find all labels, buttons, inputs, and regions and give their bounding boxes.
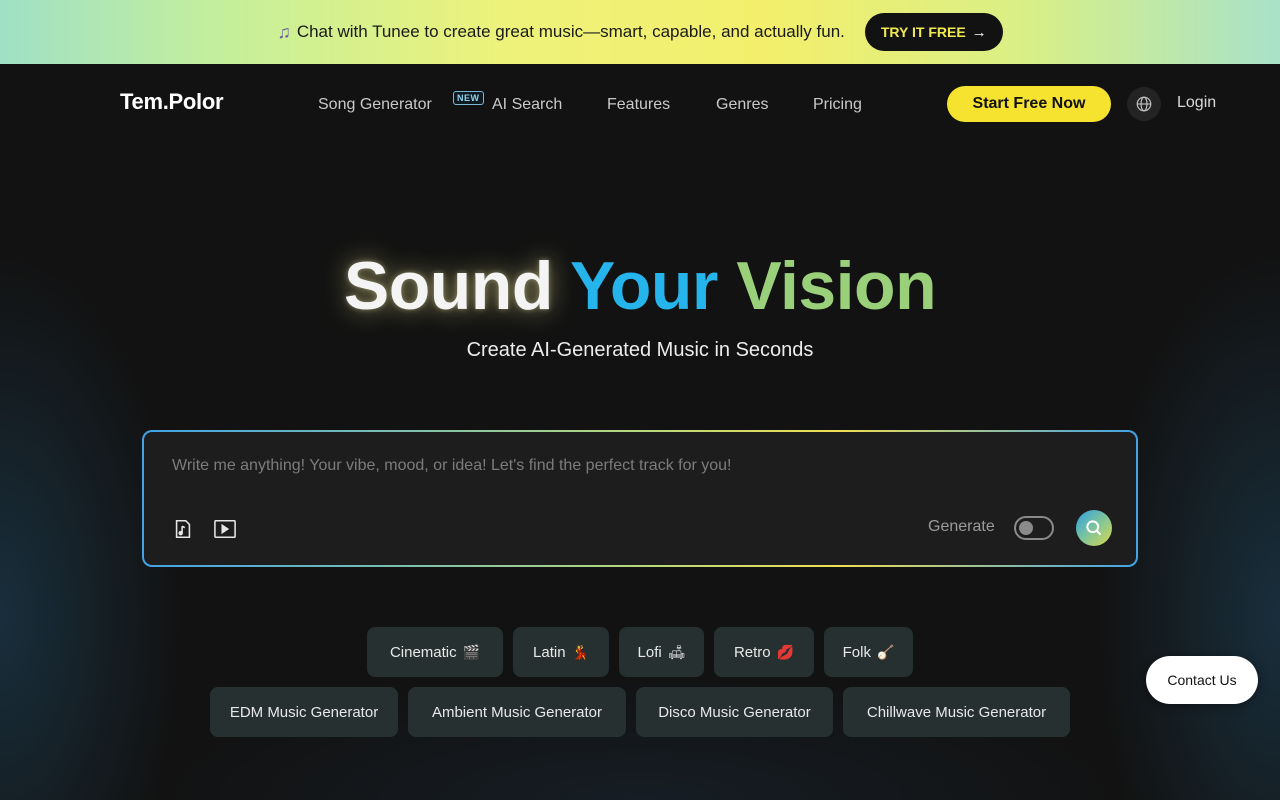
nav-song-generator[interactable]: Song Generator <box>318 96 432 114</box>
chip-lofi[interactable]: Lofi 🛋 <box>619 627 704 677</box>
start-free-now-button[interactable]: Start Free Now <box>947 86 1111 122</box>
contact-us-button[interactable]: Contact Us <box>1146 656 1258 704</box>
promo-text: Chat with Tunee to create great music—sm… <box>296 22 845 41</box>
globe-icon <box>1136 96 1152 112</box>
hero-title-word-3: Vision <box>736 248 937 324</box>
prompt-input[interactable] <box>172 454 1072 478</box>
chip-retro[interactable]: Retro 💋 <box>714 627 814 677</box>
nav-features[interactable]: Features <box>607 96 670 114</box>
music-file-icon[interactable] <box>170 516 196 542</box>
music-note-icon: ♫ <box>277 21 291 42</box>
hero-title: Sound Your Vision <box>0 246 1280 326</box>
prompt-box-inner: Generate <box>144 432 1136 565</box>
chip-label: Cinematic <box>389 643 457 661</box>
chip-latin[interactable]: Latin 💃 <box>513 627 609 677</box>
couch-icon: 🛋 <box>667 643 686 660</box>
try-it-free-label: TRY IT FREE <box>880 24 966 40</box>
hero-title-word-1: Sound <box>343 248 554 324</box>
logo[interactable]: Tem.Polor <box>120 89 224 115</box>
promo-message: ♫ Chat with Tunee to create great music—… <box>277 22 845 43</box>
hero-subtitle: Create AI-Generated Music in Seconds <box>466 339 814 361</box>
chip-label: Folk <box>842 643 871 661</box>
login-link[interactable]: Login <box>1177 94 1216 112</box>
nav-ai-search[interactable]: AI Search <box>492 96 562 114</box>
chip-label: Lofi <box>637 643 662 661</box>
chip-folk[interactable]: Folk 🪕 <box>824 627 913 677</box>
chip-label: Latin <box>533 643 566 661</box>
new-badge: NEW <box>453 91 484 105</box>
chip-ambient-generator[interactable]: Ambient Music Generator <box>408 687 626 737</box>
chip-disco-generator[interactable]: Disco Music Generator <box>636 687 833 737</box>
clapperboard-icon: 🎬 <box>462 643 481 660</box>
banjo-icon: 🪕 <box>876 643 895 660</box>
search-icon <box>1086 520 1102 536</box>
chip-edm-generator[interactable]: EDM Music Generator <box>210 687 398 737</box>
generate-toggle[interactable] <box>1014 516 1054 540</box>
search-button[interactable] <box>1076 510 1112 546</box>
video-play-icon[interactable] <box>212 516 238 542</box>
promo-banner: ♫ Chat with Tunee to create great music—… <box>0 0 1280 64</box>
lips-icon: 💋 <box>776 643 795 660</box>
language-button[interactable] <box>1127 87 1161 121</box>
nav-genres[interactable]: Genres <box>716 96 768 114</box>
generate-label: Generate <box>928 518 995 535</box>
toggle-knob <box>1019 521 1033 535</box>
hero-title-word-2: Your <box>570 248 718 324</box>
chip-chillwave-generator[interactable]: Chillwave Music Generator <box>843 687 1070 737</box>
dancer-icon: 💃 <box>571 643 589 660</box>
chip-cinematic[interactable]: Cinematic 🎬 <box>367 627 503 677</box>
chip-label: Retro <box>733 643 771 661</box>
nav-pricing[interactable]: Pricing <box>813 96 862 114</box>
prompt-box: Generate <box>142 430 1138 567</box>
try-it-free-button[interactable]: TRY IT FREE → <box>864 13 1003 51</box>
arrow-right-icon: → <box>971 23 987 41</box>
